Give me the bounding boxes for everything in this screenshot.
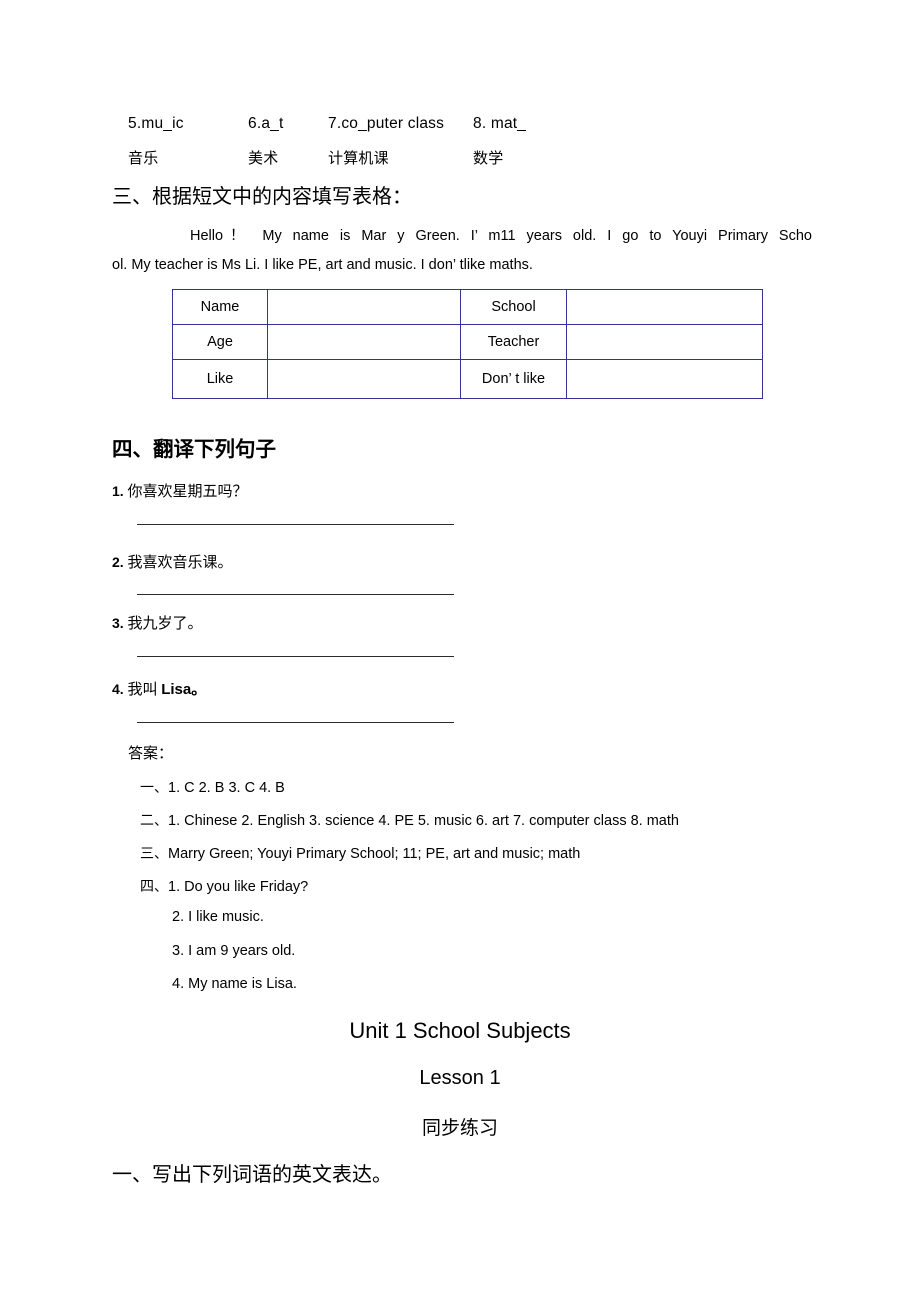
answer-marker-2: 二、	[140, 814, 168, 829]
question-1-number: 1.	[112, 483, 124, 499]
question-3-number: 3.	[112, 615, 124, 631]
fill-in-word-5-cn: 音乐	[128, 151, 159, 167]
question-2-number: 2.	[112, 554, 124, 570]
table-cell-label-school: School	[460, 289, 567, 325]
table-row: Like Don’ t like	[172, 359, 763, 399]
translation-question-2: 2. 我喜欢音乐课。	[112, 551, 232, 572]
answer-marker-3: 三、	[140, 847, 168, 862]
table-row: Name School	[172, 289, 763, 325]
answer-marker-1: 一、	[140, 781, 168, 796]
answer-marker-4: 四、	[140, 880, 168, 895]
fill-in-word-8-cn: 数学	[473, 151, 504, 167]
translation-question-3: 3. 我九岁了。	[112, 612, 202, 633]
answer-subline-2: 2. I like music.	[172, 909, 264, 925]
student-info-table: Name School Age Teacher Like Don’ t like	[172, 289, 763, 399]
answer-text-1: 1. C 2. B 3. C 4. B	[168, 780, 285, 796]
translation-question-4: 4. 我叫 Lisa。	[112, 678, 206, 699]
translation-question-1: 1. 你喜欢星期五吗？	[112, 480, 247, 501]
answer-line-section-2: 二、1. Chinese 2. English 3. science 4. PE…	[140, 810, 679, 830]
question-1-text: 你喜欢星期五吗？	[127, 484, 248, 500]
fill-in-word-5-en: 5.mu_ic	[128, 115, 184, 132]
fill-in-word-6-en: 6.a_t	[248, 115, 284, 132]
fill-in-word-7-en: 7.co_puter class	[328, 115, 445, 132]
table-cell-value-teacher[interactable]	[566, 324, 763, 360]
answer-subline-4: 4. My name is Lisa.	[172, 976, 297, 992]
table-cell-label-age: Age	[172, 324, 268, 360]
passage-line-2: ol. My teacher is Ms Li. I like PE, art …	[112, 257, 533, 273]
answer-text-3: Marry Green; Youyi Primary School; 11; P…	[168, 846, 581, 862]
table-cell-value-dont-like[interactable]	[566, 359, 763, 399]
fill-in-word-6-cn: 美术	[248, 151, 279, 167]
worksheet-page: 5.mu_ic 6.a_t 7.co_puter class 8. mat_ 音…	[0, 0, 920, 1303]
table-cell-value-school[interactable]	[566, 289, 763, 325]
question-3-text: 我九岁了。	[127, 616, 203, 632]
answer-line-section-3: 三、Marry Green; Youyi Primary School; 11;…	[140, 843, 580, 863]
answer-subline-3: 3. I am 9 years old.	[172, 943, 296, 959]
section-one-heading: 一、写出下列词语的英文表达。	[112, 1164, 392, 1186]
section-three-heading: 三、根据短文中的内容填写表格：	[112, 186, 412, 208]
passage-line-1: Hello！ My name is Mar y Green. I’ m11 ye…	[190, 228, 812, 244]
answer-line-section-1: 一、1. C 2. B 3. C 4. B	[140, 777, 285, 797]
table-cell-label-teacher: Teacher	[460, 324, 567, 360]
table-cell-value-like[interactable]	[267, 359, 461, 399]
table-cell-label-like: Like	[172, 359, 268, 399]
question-4-number: 4.	[112, 681, 124, 697]
fill-in-word-8-en: 8. mat_	[473, 115, 527, 132]
table-cell-value-age[interactable]	[267, 324, 461, 360]
answer-rule-2[interactable]	[137, 594, 454, 595]
lesson-title: Lesson 1	[419, 1067, 501, 1089]
answer-rule-1[interactable]	[137, 524, 454, 525]
answer-text-4: 1. Do you like Friday?	[168, 879, 309, 895]
table-cell-label-name: Name	[172, 289, 268, 325]
answers-title: 答案：	[128, 746, 174, 762]
table-cell-value-name[interactable]	[267, 289, 461, 325]
fill-in-word-7-cn: 计算机课	[328, 151, 389, 167]
table-cell-label-dont-like: Don’ t like	[460, 359, 567, 399]
unit-title: Unit 1 School Subjects	[349, 1018, 571, 1043]
question-4-text: 我叫	[127, 682, 162, 698]
question-2-text: 我喜欢音乐课。	[127, 555, 233, 571]
answer-text-2: 1. Chinese 2. English 3. science 4. PE 5…	[168, 813, 679, 829]
answer-rule-4[interactable]	[137, 722, 454, 723]
answer-line-section-4: 四、1. Do you like Friday?	[140, 876, 308, 896]
answer-rule-3[interactable]	[137, 656, 454, 657]
question-4-latin: Lisa。	[161, 681, 207, 698]
section-four-heading: 四、翻译下列句子	[112, 439, 276, 461]
table-row: Age Teacher	[172, 324, 763, 360]
practice-subtitle: 同步练习	[421, 1118, 498, 1139]
